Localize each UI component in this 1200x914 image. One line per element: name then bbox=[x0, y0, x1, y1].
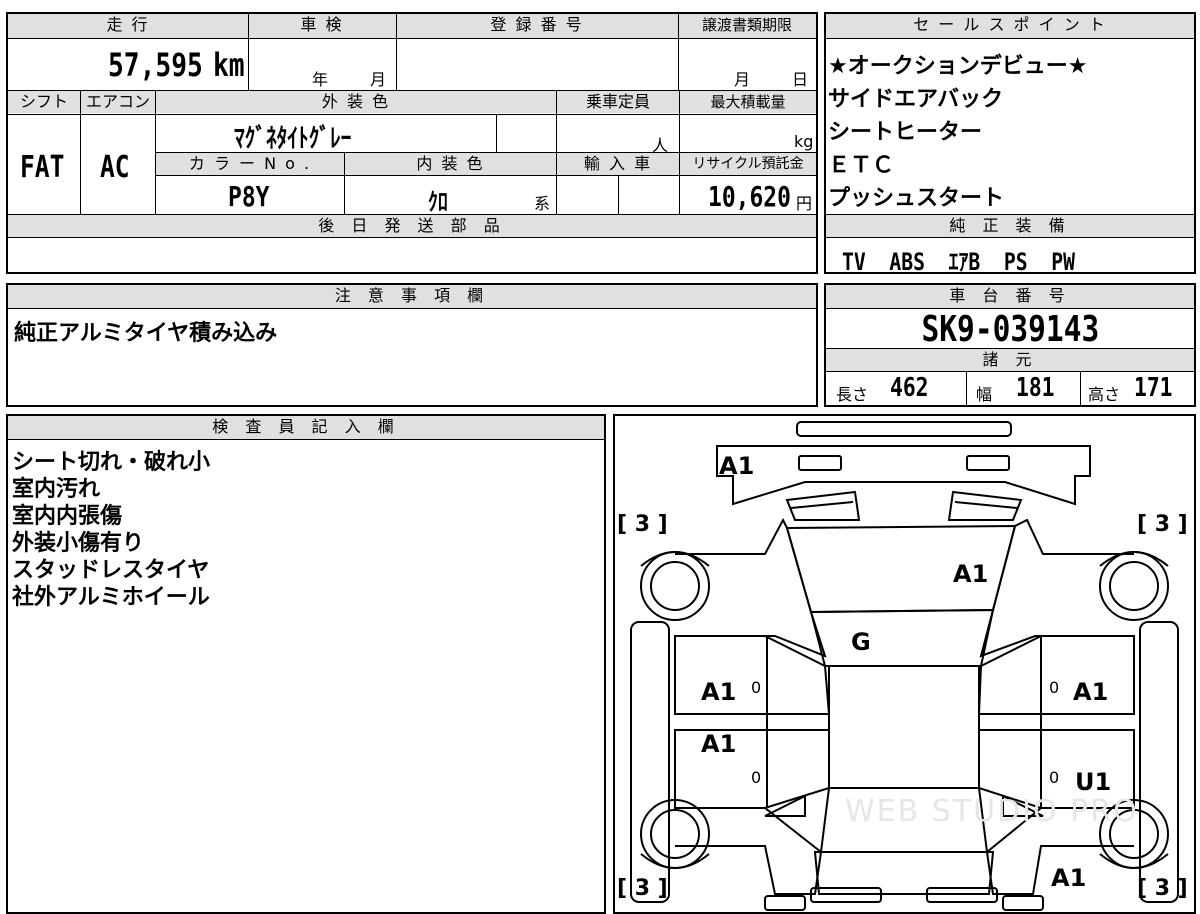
length-value: 462 bbox=[890, 373, 929, 403]
header-mileage: 走 行 bbox=[8, 14, 248, 38]
width-value: 181 bbox=[1016, 373, 1055, 403]
interior-color-value: ｸﾛ bbox=[428, 188, 448, 216]
tire-rear-right: [ 3 ] bbox=[1137, 876, 1188, 901]
label-door-front-right: A1 bbox=[1073, 678, 1109, 706]
label-quarter-rear-right: A1 bbox=[1051, 864, 1087, 892]
equipment-item: ABS bbox=[889, 248, 925, 276]
aircon-value: AC bbox=[100, 150, 130, 185]
header-import: 輸 入 車 bbox=[557, 153, 679, 175]
interior-color-suffix: 系 bbox=[534, 194, 551, 213]
header-inspection: 車 検 bbox=[248, 14, 396, 38]
header-transfer-deadline: 譲渡書類期限 bbox=[678, 14, 816, 38]
header-exterior-color: 外 装 色 bbox=[156, 91, 556, 113]
equipment-item: PW bbox=[1051, 248, 1076, 276]
top-info-block: 走 行 車 検 登 録 番 号 譲渡書類期限 57,595 km 年 月 月 日… bbox=[6, 12, 818, 274]
notes-text: 純正アルミタイヤ積み込み bbox=[14, 321, 278, 346]
car-diagram-block: A1 A1 G A1 A1 A1 U1 A1 0 0 0 0 [ 3 ] [ 3… bbox=[613, 414, 1196, 914]
sales-point-item: ＥＴＣ bbox=[828, 153, 895, 178]
inspector-block: 検 査 員 記 入 欄 シート切れ・破れ小 室内汚れ 室内内張傷 外装小傷有り … bbox=[6, 414, 606, 914]
header-interior-color: 内 装 色 bbox=[345, 153, 556, 175]
equipment-list: TV ABS ｴｱB PS PW bbox=[842, 242, 1126, 277]
notes-block: 注 意 事 項 欄 純正アルミタイヤ積み込み bbox=[6, 283, 818, 407]
tire-rear-left: [ 3 ] bbox=[617, 876, 668, 901]
label-windshield: G bbox=[851, 628, 871, 656]
label-door-front-left: A1 bbox=[701, 678, 737, 706]
chassis-block: 車 台 番 号 SK9-039143 諸 元 長さ 462 幅 181 高さ 1… bbox=[824, 283, 1196, 407]
equipment-item: PS bbox=[1003, 248, 1028, 276]
header-aircon: エアコン bbox=[81, 91, 155, 113]
inspection-year-label: 年 bbox=[312, 70, 329, 89]
equipment-item: TV bbox=[842, 248, 866, 276]
sales-points-block: セ ー ル ス ポ イ ン ト ★オークションデビュー★ サイドエアバック シー… bbox=[824, 12, 1196, 277]
sales-point-item: ★オークションデビュー★ bbox=[828, 54, 1088, 79]
header-specs: 諸 元 bbox=[826, 349, 1194, 371]
width-label: 幅 bbox=[976, 385, 993, 404]
tread-mark: 0 bbox=[1049, 678, 1060, 697]
recycle-value: 10,620 bbox=[708, 180, 791, 213]
max-load-unit: kg bbox=[794, 132, 814, 151]
label-door-rear-right: U1 bbox=[1075, 768, 1112, 796]
header-max-load: 最大積載量 bbox=[680, 91, 816, 113]
label-door-rear-left: A1 bbox=[701, 730, 737, 758]
tread-mark: 0 bbox=[1049, 768, 1060, 787]
inspector-line: 社外アルミホイール bbox=[12, 585, 210, 610]
tire-front-left: [ 3 ] bbox=[617, 512, 668, 537]
chassis-number: SK9-039143 bbox=[921, 309, 1099, 350]
inspection-month-label: 月 bbox=[370, 70, 387, 89]
header-inspector: 検 査 員 記 入 欄 bbox=[8, 416, 604, 439]
transfer-day-label: 日 bbox=[792, 70, 809, 89]
tire-front-right: [ 3 ] bbox=[1137, 512, 1188, 537]
equipment-item: ｴｱB bbox=[948, 248, 981, 276]
label-front-bumper: A1 bbox=[719, 452, 755, 480]
tread-mark: 0 bbox=[751, 678, 762, 697]
header-sales-points: セ ー ル ス ポ イ ン ト bbox=[826, 14, 1194, 38]
shift-value: FAT bbox=[20, 150, 65, 185]
header-recycle: リサイクル預託金 bbox=[680, 153, 816, 175]
label-hood: A1 bbox=[953, 560, 989, 588]
exterior-color-value: ﾏｸﾞﾈﾀｲﾄｸﾞﾚｰ bbox=[234, 124, 352, 154]
height-label: 高さ bbox=[1088, 385, 1121, 404]
mileage-unit: km bbox=[213, 46, 245, 84]
recycle-unit: 円 bbox=[796, 194, 813, 213]
sales-point-item: シートヒーター bbox=[828, 120, 983, 145]
tread-mark: 0 bbox=[751, 768, 762, 787]
header-notes: 注 意 事 項 欄 bbox=[8, 285, 816, 308]
length-label: 長さ bbox=[836, 385, 869, 404]
header-chassis: 車 台 番 号 bbox=[826, 285, 1194, 308]
mileage-value: 57,595 bbox=[108, 46, 203, 84]
sales-point-item: プッシュスタート bbox=[828, 186, 1005, 211]
header-capacity: 乗車定員 bbox=[557, 91, 679, 113]
header-shift: シフト bbox=[8, 91, 80, 113]
car-diagram bbox=[630, 421, 1179, 911]
transfer-month-label: 月 bbox=[734, 70, 751, 89]
watermark: WEB STUDIO PRO bbox=[845, 794, 1139, 829]
color-no-value: P8Y bbox=[228, 180, 270, 213]
header-equipment: 純 正 装 備 bbox=[826, 215, 1194, 237]
header-registration: 登 録 番 号 bbox=[396, 14, 678, 38]
height-value: 171 bbox=[1134, 373, 1173, 403]
header-color-no: カ ラ ー N o . bbox=[156, 153, 344, 175]
header-later-parts: 後 日 発 送 部 品 bbox=[8, 215, 816, 237]
sales-point-item: サイドエアバック bbox=[828, 87, 1004, 112]
